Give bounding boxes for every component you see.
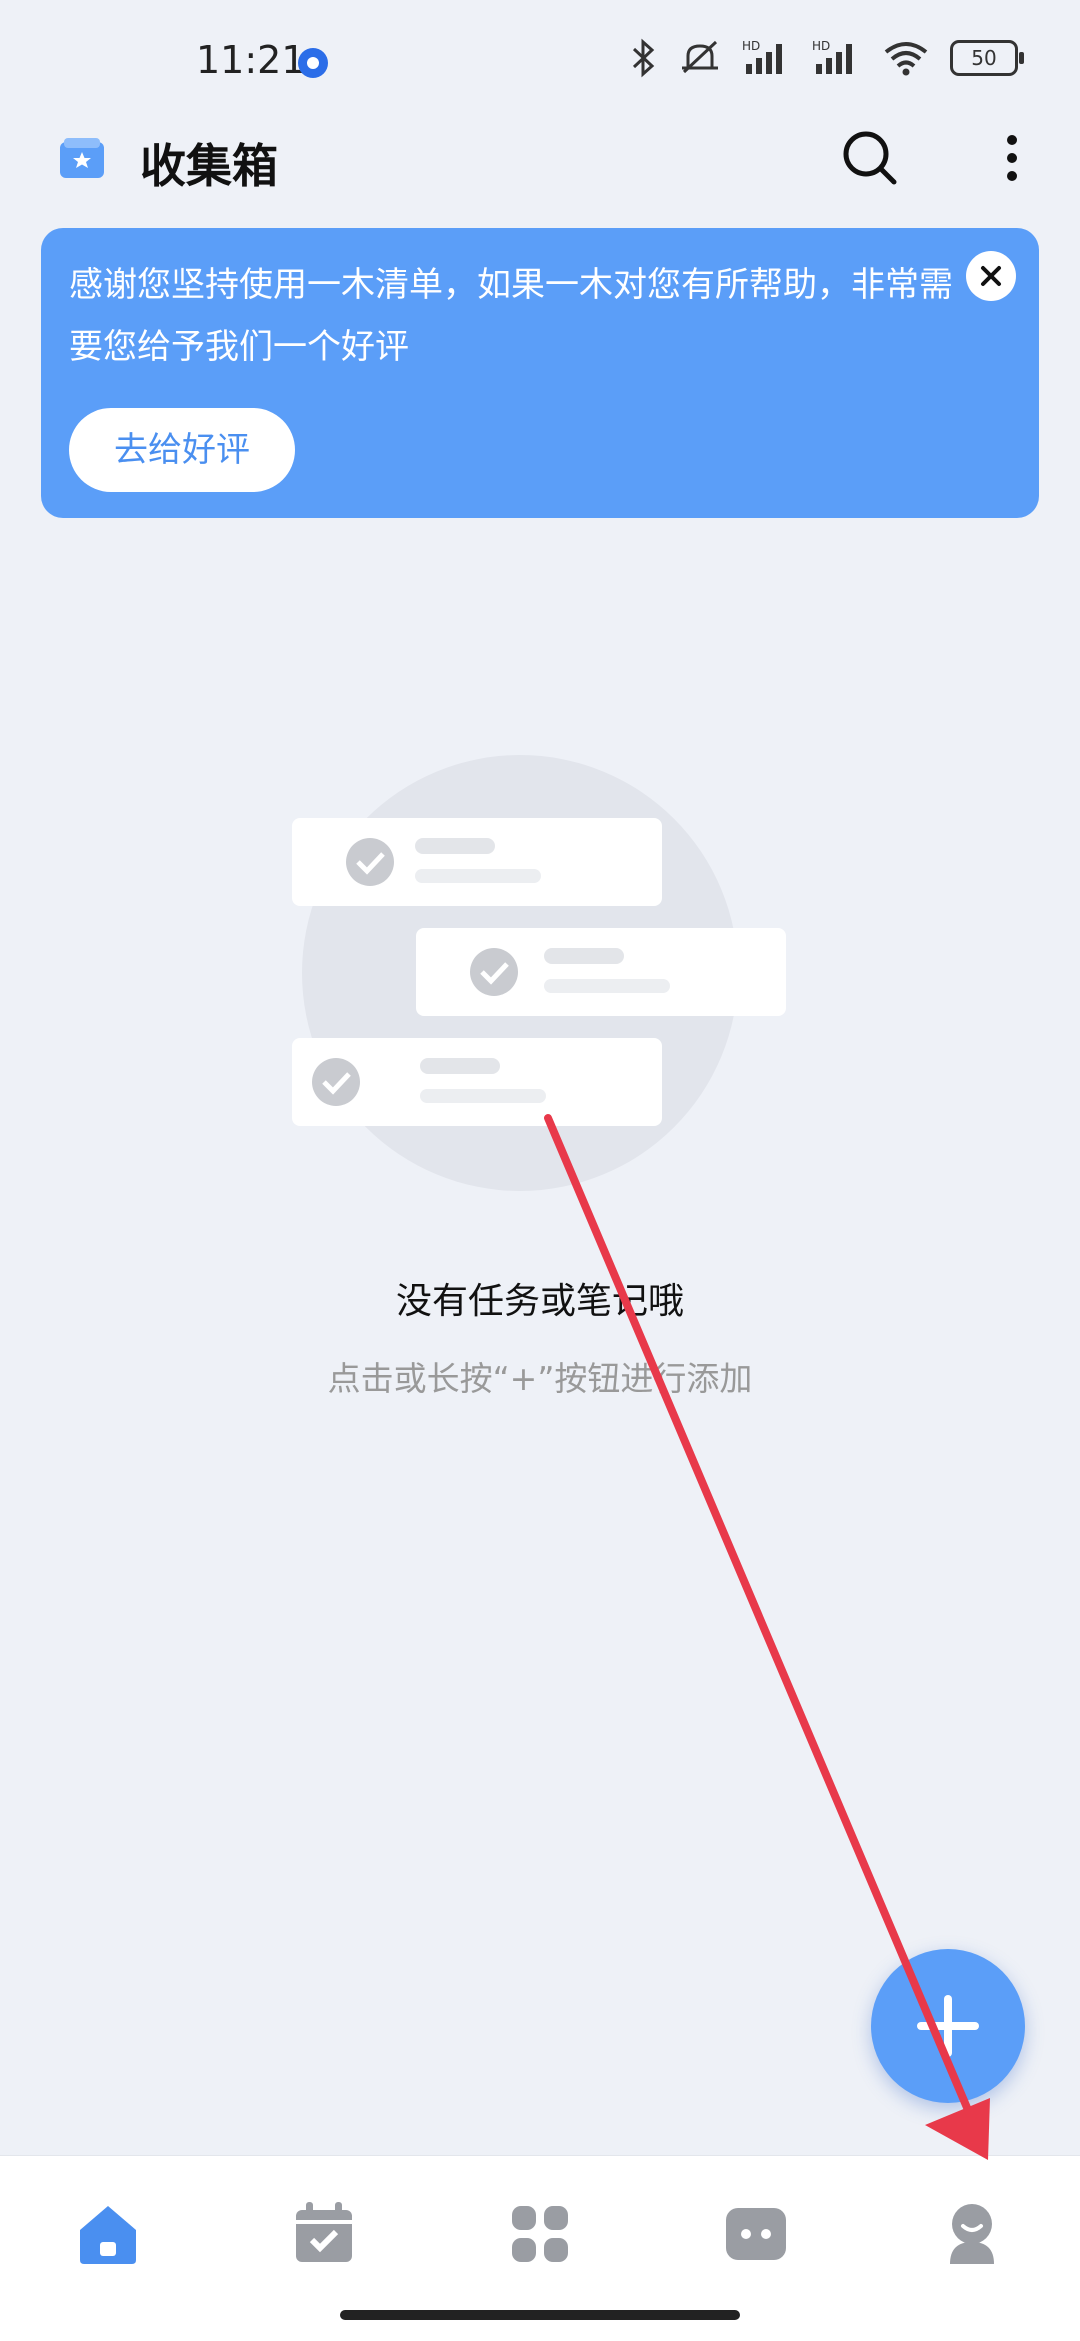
status-time: 11:21 xyxy=(196,38,306,82)
close-icon xyxy=(981,266,1001,286)
plus-icon xyxy=(917,1995,979,2057)
battery-icon: 50 xyxy=(950,40,1024,76)
home-indicator xyxy=(340,2310,740,2320)
wifi-icon xyxy=(884,42,928,76)
signal-hd-icon-2: HD xyxy=(812,39,852,74)
svg-text:HD: HD xyxy=(812,39,830,53)
banner-message: 感谢您坚持使用一木清单，如果一木对您有所帮助，非常需要您给予我们一个好评 xyxy=(69,265,953,367)
nav-item-apps[interactable] xyxy=(504,2198,576,2270)
apps-grid-icon xyxy=(512,2206,568,2262)
nav-item-home[interactable] xyxy=(72,2198,144,2270)
more-options-button[interactable] xyxy=(996,128,1028,188)
empty-state-title: 没有任务或笔记哦 xyxy=(395,1281,684,1322)
inbox-star-icon xyxy=(60,138,104,178)
svg-text:HD: HD xyxy=(742,39,760,53)
rate-button[interactable]: 去给好评 xyxy=(69,408,295,492)
nav-item-calendar[interactable] xyxy=(288,2198,360,2270)
more-vertical-icon xyxy=(1007,135,1017,181)
status-icons: HD HD 50 xyxy=(628,38,1024,78)
game-controller-icon xyxy=(726,2208,786,2260)
empty-state-hint: 点击或长按“+”按钮进行添加 xyxy=(327,1359,753,1398)
nav-item-profile[interactable] xyxy=(936,2198,1008,2270)
page-title: 收集箱 xyxy=(140,139,278,193)
banner-close-button[interactable] xyxy=(966,251,1016,301)
search-button[interactable] xyxy=(840,128,900,188)
bluetooth-icon xyxy=(632,38,655,78)
notification-app-icon xyxy=(298,48,328,78)
empty-tasks-illustration xyxy=(292,755,786,1191)
search-icon xyxy=(843,131,897,185)
home-icon xyxy=(80,2206,136,2264)
nav-item-games[interactable] xyxy=(720,2198,792,2270)
signal-hd-icon: HD xyxy=(742,39,782,74)
rating-banner: 感谢您坚持使用一木清单，如果一木对您有所帮助，非常需要您给予我们一个好评 去给好… xyxy=(41,228,1039,518)
calendar-check-icon xyxy=(296,2202,352,2262)
status-bar: 11:21 HD HD 50 xyxy=(0,0,1080,120)
mute-icon xyxy=(682,40,718,74)
profile-icon xyxy=(950,2204,994,2264)
add-button[interactable] xyxy=(871,1949,1025,2103)
